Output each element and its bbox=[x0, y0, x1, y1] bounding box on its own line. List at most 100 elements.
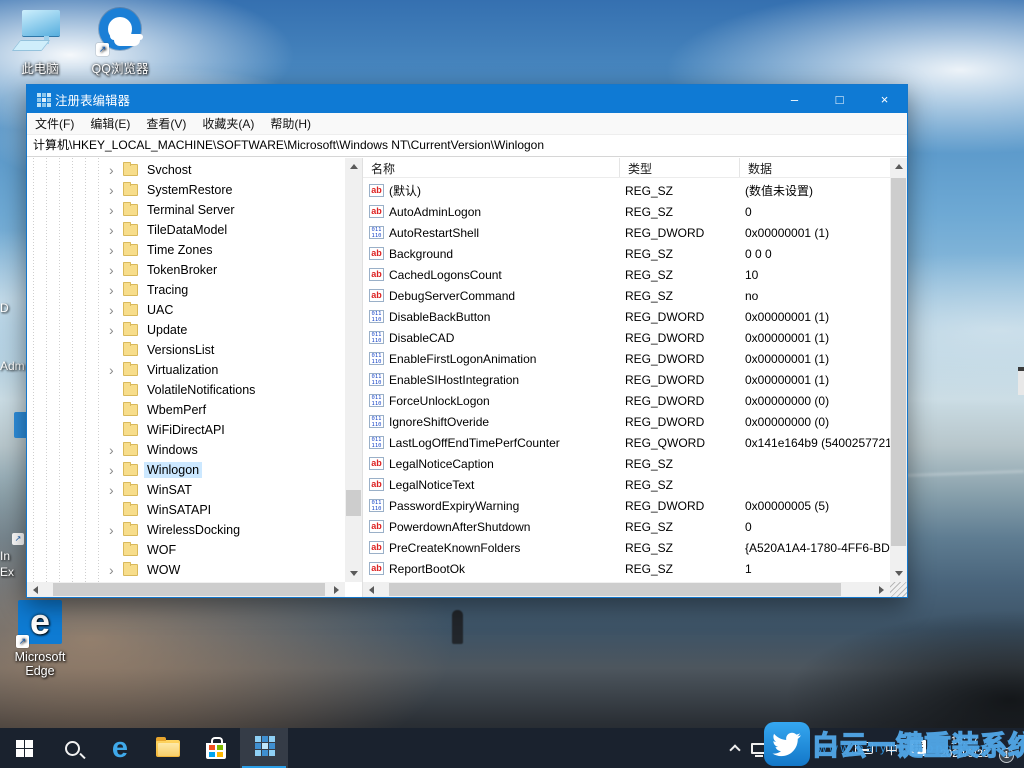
chevron-right-icon[interactable] bbox=[109, 201, 123, 219]
address-bar[interactable]: 计算机\HKEY_LOCAL_MACHINE\SOFTWARE\Microsof… bbox=[27, 135, 907, 157]
tree-item[interactable]: Virtualization bbox=[27, 360, 345, 380]
chevron-right-icon[interactable] bbox=[109, 361, 123, 379]
minimize-button[interactable]: – bbox=[772, 85, 817, 113]
tree-item[interactable]: Windows bbox=[27, 440, 345, 460]
scrollbar-thumb[interactable] bbox=[346, 490, 361, 516]
menu-item[interactable]: 查看(V) bbox=[138, 113, 194, 135]
tree-item[interactable]: UAC bbox=[27, 300, 345, 320]
tree-vertical-scrollbar[interactable] bbox=[345, 158, 362, 582]
chevron-right-icon[interactable] bbox=[109, 421, 123, 439]
chevron-right-icon[interactable] bbox=[109, 541, 123, 559]
chevron-right-icon[interactable] bbox=[109, 301, 123, 319]
tree-item[interactable]: TokenBroker bbox=[27, 260, 345, 280]
value-row[interactable]: CachedLogonsCount REG_SZ 10 bbox=[363, 264, 890, 285]
tree-item[interactable]: Time Zones bbox=[27, 240, 345, 260]
column-header-name[interactable]: 名称 bbox=[363, 158, 620, 177]
value-row[interactable]: (默认) REG_SZ (数值未设置) bbox=[363, 180, 890, 201]
chevron-right-icon[interactable] bbox=[109, 261, 123, 279]
chevron-right-icon[interactable] bbox=[109, 281, 123, 299]
chevron-right-icon[interactable] bbox=[109, 221, 123, 239]
chevron-right-icon[interactable] bbox=[109, 241, 123, 259]
value-row[interactable]: LegalNoticeCaption REG_SZ bbox=[363, 453, 890, 474]
tree-item[interactable]: WbemPerf bbox=[27, 400, 345, 420]
value-row[interactable]: AutoAdminLogon REG_SZ 0 bbox=[363, 201, 890, 222]
menu-item[interactable]: 文件(F) bbox=[27, 113, 82, 135]
tree-horizontal-scrollbar[interactable] bbox=[27, 582, 345, 597]
chevron-right-icon[interactable] bbox=[109, 381, 123, 399]
chevron-right-icon[interactable] bbox=[109, 501, 123, 519]
chevron-right-icon[interactable] bbox=[109, 481, 123, 499]
value-row[interactable]: IgnoreShiftOveride REG_DWORD 0x00000000 … bbox=[363, 411, 890, 432]
start-button[interactable] bbox=[0, 728, 48, 768]
scroll-right-icon[interactable] bbox=[875, 582, 890, 597]
menu-item[interactable]: 编辑(E) bbox=[82, 113, 138, 135]
list-horizontal-scrollbar[interactable] bbox=[363, 582, 890, 597]
taskbar-edge-button[interactable]: e bbox=[96, 728, 144, 768]
value-row[interactable]: PowerdownAfterShutdown REG_SZ 0 bbox=[363, 516, 890, 537]
chevron-right-icon[interactable] bbox=[109, 181, 123, 199]
chevron-right-icon[interactable] bbox=[109, 321, 123, 339]
tree-item[interactable]: WiFiDirectAPI bbox=[27, 420, 345, 440]
tree-item[interactable]: TileDataModel bbox=[27, 220, 345, 240]
taskbar-search-button[interactable] bbox=[48, 728, 96, 768]
scroll-up-icon[interactable] bbox=[345, 158, 362, 173]
value-row[interactable]: LastLogOffEndTimePerfCounter REG_QWORD 0… bbox=[363, 432, 890, 453]
taskbar-registry-editor-button[interactable] bbox=[240, 728, 288, 768]
tree-item[interactable]: WinSATAPI bbox=[27, 500, 345, 520]
value-row[interactable]: DisableCAD REG_DWORD 0x00000001 (1) bbox=[363, 327, 890, 348]
tree-item[interactable]: WirelessDocking bbox=[27, 520, 345, 540]
tree-item[interactable]: Tracing bbox=[27, 280, 345, 300]
desktop-icon-microsoft-edge[interactable]: e ↗ Microsoft Edge bbox=[2, 600, 78, 678]
value-row[interactable]: PasswordExpiryWarning REG_DWORD 0x000000… bbox=[363, 495, 890, 516]
tree-item[interactable]: Winlogon bbox=[27, 460, 345, 480]
chevron-right-icon[interactable] bbox=[109, 161, 123, 179]
value-row[interactable]: Background REG_SZ 0 0 0 bbox=[363, 243, 890, 264]
value-row[interactable]: EnableSIHostIntegration REG_DWORD 0x0000… bbox=[363, 369, 890, 390]
desktop-icon-qq-browser[interactable]: ↗ QQ浏览器 bbox=[82, 8, 158, 77]
taskbar-store-button[interactable] bbox=[192, 728, 240, 768]
menu-item[interactable]: 收藏夹(A) bbox=[194, 113, 262, 135]
scrollbar-thumb[interactable] bbox=[389, 583, 841, 596]
tree-item[interactable]: WOW bbox=[27, 560, 345, 580]
scroll-down-icon[interactable] bbox=[345, 567, 362, 582]
value-row[interactable]: DisableBackButton REG_DWORD 0x00000001 (… bbox=[363, 306, 890, 327]
chevron-right-icon[interactable] bbox=[109, 461, 123, 479]
desktop-icon-this-pc[interactable]: 此电脑 bbox=[2, 8, 78, 77]
value-row[interactable]: ReportBootOk REG_SZ 1 bbox=[363, 558, 890, 579]
resize-grip[interactable] bbox=[890, 582, 907, 597]
close-button[interactable]: × bbox=[862, 85, 907, 113]
title-bar[interactable]: 注册表编辑器 – □ × bbox=[27, 85, 907, 113]
value-row[interactable]: LegalNoticeText REG_SZ bbox=[363, 474, 890, 495]
scroll-down-icon[interactable] bbox=[890, 567, 907, 582]
list-vertical-scrollbar[interactable] bbox=[890, 158, 907, 582]
value-row[interactable]: ForceUnlockLogon REG_DWORD 0x00000000 (0… bbox=[363, 390, 890, 411]
scroll-up-icon[interactable] bbox=[890, 158, 907, 173]
chevron-right-icon[interactable] bbox=[109, 401, 123, 419]
chevron-right-icon[interactable] bbox=[109, 521, 123, 539]
value-row[interactable]: EnableFirstLogonAnimation REG_DWORD 0x00… bbox=[363, 348, 890, 369]
scroll-left-icon[interactable] bbox=[363, 582, 378, 597]
taskbar-file-explorer-button[interactable] bbox=[144, 728, 192, 768]
column-header-data[interactable]: 数据 bbox=[740, 158, 890, 177]
chevron-right-icon[interactable] bbox=[109, 341, 123, 359]
tree-item[interactable]: Terminal Server bbox=[27, 200, 345, 220]
tree-item[interactable]: VolatileNotifications bbox=[27, 380, 345, 400]
scrollbar-thumb[interactable] bbox=[891, 178, 906, 546]
value-row[interactable]: PreCreateKnownFolders REG_SZ {A520A1A4-1… bbox=[363, 537, 890, 558]
menu-item[interactable]: 帮助(H) bbox=[262, 113, 319, 135]
tree-item[interactable]: WinSAT bbox=[27, 480, 345, 500]
chevron-right-icon[interactable] bbox=[109, 561, 123, 579]
tree-item[interactable]: SystemRestore bbox=[27, 180, 345, 200]
value-row[interactable]: DebugServerCommand REG_SZ no bbox=[363, 285, 890, 306]
tree-item[interactable]: Svchost bbox=[27, 160, 345, 180]
tree-item[interactable]: WOF bbox=[27, 540, 345, 560]
value-row[interactable]: AutoRestartShell REG_DWORD 0x00000001 (1… bbox=[363, 222, 890, 243]
scrollbar-thumb[interactable] bbox=[53, 583, 325, 596]
tray-show-hidden-icons[interactable] bbox=[725, 728, 745, 768]
scroll-left-icon[interactable] bbox=[27, 582, 42, 597]
tree-item[interactable]: Update bbox=[27, 320, 345, 340]
chevron-right-icon[interactable] bbox=[109, 441, 123, 459]
column-header-type[interactable]: 类型 bbox=[620, 158, 740, 177]
scroll-right-icon[interactable] bbox=[330, 582, 345, 597]
tree-item[interactable]: VersionsList bbox=[27, 340, 345, 360]
